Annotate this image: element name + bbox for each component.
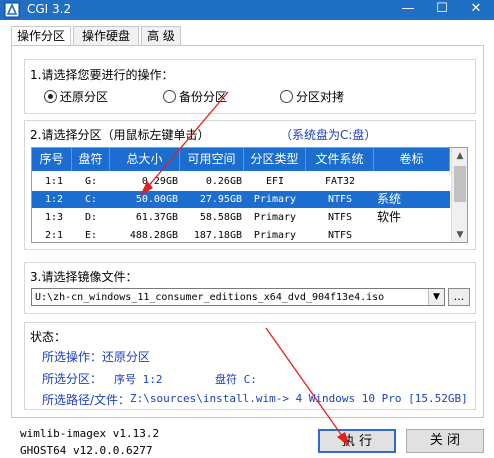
close-window-button[interactable]: ✕ xyxy=(459,0,493,20)
image-file-value: U:\zh-cn_windows_11_consumer_editions_x6… xyxy=(35,292,385,303)
cell-drive: D: xyxy=(85,212,98,223)
cell-type: Primary xyxy=(253,230,297,241)
image-file-select[interactable]: U:\zh-cn_windows_11_consumer_editions_x6… xyxy=(31,288,445,306)
cell-label: 系统 xyxy=(377,192,402,206)
app-icon xyxy=(4,2,20,18)
table-scrollbar[interactable]: ▲ ▼ xyxy=(451,148,467,242)
image-title: 3.请选择镜像文件： xyxy=(30,270,138,284)
cell-label: 软件 xyxy=(377,210,402,224)
cell-free: 0.26GB xyxy=(205,176,242,187)
status-drive: 盘符 C: xyxy=(215,373,257,386)
cell-drive: G: xyxy=(85,176,98,187)
status-path-label: 所选路径/文件： xyxy=(42,393,131,407)
status-operation: 所选操作：还原分区 xyxy=(42,350,151,364)
title-bar[interactable]: CGI 3.2 — ☐ ✕ xyxy=(0,0,494,20)
radio-restore[interactable]: 还原分区 xyxy=(44,88,108,105)
cell-index: 2:1 xyxy=(45,230,64,241)
scroll-thumb[interactable] xyxy=(454,166,466,202)
status-path-value: Z:\sources\install.wim-> 4 Windows 10 Pr… xyxy=(130,392,468,405)
cell-type: Primary xyxy=(253,194,297,205)
cell-free: 58.58GB xyxy=(199,212,242,223)
col-drive[interactable]: 盘符 xyxy=(72,148,110,171)
cell-free: 187.18GB xyxy=(193,230,242,241)
cell-total: 50.00GB xyxy=(135,194,178,205)
window-title: CGI 3.2 xyxy=(27,2,72,16)
status-partition-label: 所选分区： xyxy=(42,372,103,386)
cell-type: EFI xyxy=(265,176,285,187)
browse-button[interactable]: ... xyxy=(448,288,470,306)
col-filesystem[interactable]: 文件系统 xyxy=(306,148,374,171)
radio-clone[interactable]: 分区对拷 xyxy=(280,88,344,105)
scroll-up-icon[interactable]: ▲ xyxy=(452,148,467,164)
system-drive-note: （系统盘为C:盘） xyxy=(280,128,377,142)
status-title: 状态： xyxy=(30,330,67,344)
col-partition-type[interactable]: 分区类型 xyxy=(244,148,306,171)
maximize-button[interactable]: ☐ xyxy=(425,0,459,20)
cell-total: 0.29GB xyxy=(141,176,178,187)
run-button[interactable]: 执 行 xyxy=(318,429,396,453)
minimize-button[interactable]: — xyxy=(391,0,425,20)
operation-title: 1.请选择您要进行的操作： xyxy=(30,68,174,82)
col-label[interactable]: 卷标 xyxy=(374,148,450,171)
cell-total: 61.37GB xyxy=(135,212,178,223)
radio-restore-indicator[interactable] xyxy=(44,90,57,103)
scroll-down-icon[interactable]: ▼ xyxy=(452,227,467,242)
cell-drive: E: xyxy=(85,230,98,241)
cell-free: 27.95GB xyxy=(199,194,242,205)
cell-fs: NTFS xyxy=(327,194,353,205)
radio-clone-indicator[interactable] xyxy=(280,90,293,103)
radio-backup-indicator[interactable] xyxy=(163,90,176,103)
status-index: 序号 1:2 xyxy=(114,373,163,386)
cell-total: 488.28GB xyxy=(129,230,178,241)
cell-index: 1:2 xyxy=(45,194,64,205)
tab-disk[interactable]: 操作硬盘 xyxy=(73,26,139,46)
cell-fs: NTFS xyxy=(327,230,353,241)
ghost-version: GHOST64 v12.0.0.6277 xyxy=(20,444,153,457)
tab-partition[interactable]: 操作分区 xyxy=(11,26,71,47)
radio-clone-label: 分区对拷 xyxy=(296,90,345,104)
cell-drive: C: xyxy=(85,194,98,205)
col-free-space[interactable]: 可用空间 xyxy=(180,148,244,171)
radio-backup-label: 备份分区 xyxy=(179,90,228,104)
close-button[interactable]: 关 闭 xyxy=(406,429,484,453)
partition-title: 2.请选择分区（用鼠标左键单击） xyxy=(30,128,210,142)
tab-advanced[interactable]: 高 级 xyxy=(141,26,181,46)
partition-table[interactable]: 序号 盘符 总大小 可用空间 分区类型 文件系统 卷标 1:1 G: 0.29G… xyxy=(31,147,468,243)
col-total-size[interactable]: 总大小 xyxy=(110,148,180,171)
cell-fs: NTFS xyxy=(327,212,353,223)
cell-index: 1:3 xyxy=(45,212,64,223)
col-index[interactable]: 序号 xyxy=(32,148,72,171)
cell-index: 1:1 xyxy=(45,176,64,187)
cell-fs: FAT32 xyxy=(324,176,356,187)
chevron-down-icon[interactable]: ▼ xyxy=(428,289,444,305)
cell-type: Primary xyxy=(253,212,297,223)
radio-restore-label: 还原分区 xyxy=(60,90,109,104)
radio-backup[interactable]: 备份分区 xyxy=(163,88,227,105)
wimlib-version: wimlib-imagex v1.13.2 xyxy=(20,427,160,440)
